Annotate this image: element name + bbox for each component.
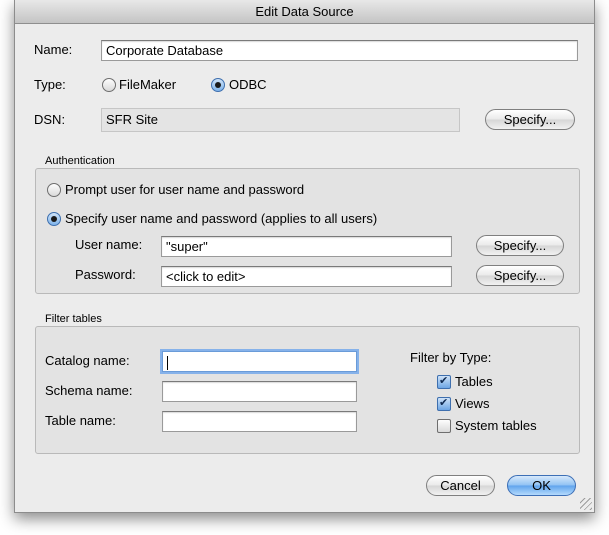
ok-button[interactable]: OK xyxy=(507,475,576,496)
table-name-field[interactable] xyxy=(162,411,357,432)
authentication-group: Prompt user for user name and password S… xyxy=(35,168,580,294)
dsn-specify-button[interactable]: Specify... xyxy=(485,109,575,130)
cancel-button[interactable]: Cancel xyxy=(426,475,495,496)
filter-tables-group: Catalog name: Schema name: Table name: F… xyxy=(35,326,580,454)
type-odbc-radio[interactable] xyxy=(211,78,225,92)
username-label: User name: xyxy=(75,237,143,252)
views-checkbox[interactable] xyxy=(437,397,451,411)
type-label: Type: xyxy=(34,77,66,92)
password-specify-button[interactable]: Specify... xyxy=(476,265,564,286)
schema-name-label: Schema name: xyxy=(45,383,133,398)
password-field[interactable]: <click to edit> xyxy=(161,266,452,287)
password-label: Password: xyxy=(75,267,136,282)
catalog-name-field[interactable] xyxy=(162,351,357,372)
schema-name-field[interactable] xyxy=(162,381,357,402)
type-odbc-label[interactable]: ODBC xyxy=(229,77,267,92)
system-tables-checkbox-label[interactable]: System tables xyxy=(455,418,537,433)
type-filemaker-label[interactable]: FileMaker xyxy=(119,77,176,92)
dsn-label: DSN: xyxy=(34,112,66,127)
type-filemaker-radio[interactable] xyxy=(102,78,116,92)
prompt-user-radio[interactable] xyxy=(47,183,61,197)
tables-checkbox-label[interactable]: Tables xyxy=(455,374,493,389)
authentication-group-title: Authentication xyxy=(45,155,115,167)
table-name-label: Table name: xyxy=(45,413,116,428)
filter-by-type-label: Filter by Type: xyxy=(410,350,492,365)
system-tables-checkbox[interactable] xyxy=(437,419,451,433)
specify-credentials-radio[interactable] xyxy=(47,212,61,226)
edit-data-source-dialog: Edit Data Source Name: Corporate Databas… xyxy=(14,0,595,513)
username-field[interactable]: "super" xyxy=(161,236,452,257)
name-label: Name: xyxy=(34,42,73,57)
catalog-name-label: Catalog name: xyxy=(45,353,130,368)
views-checkbox-label[interactable]: Views xyxy=(455,396,489,411)
prompt-user-label[interactable]: Prompt user for user name and password xyxy=(65,182,304,197)
username-specify-button[interactable]: Specify... xyxy=(476,235,564,256)
dsn-field: SFR Site xyxy=(101,108,460,132)
tables-checkbox[interactable] xyxy=(437,375,451,389)
text-caret xyxy=(167,355,168,370)
window-title: Edit Data Source xyxy=(15,0,594,24)
specify-credentials-label[interactable]: Specify user name and password (applies … xyxy=(65,211,377,226)
filter-tables-group-title: Filter tables xyxy=(45,313,102,325)
name-field[interactable]: Corporate Database xyxy=(101,40,578,61)
resize-grip-icon[interactable] xyxy=(580,498,592,510)
